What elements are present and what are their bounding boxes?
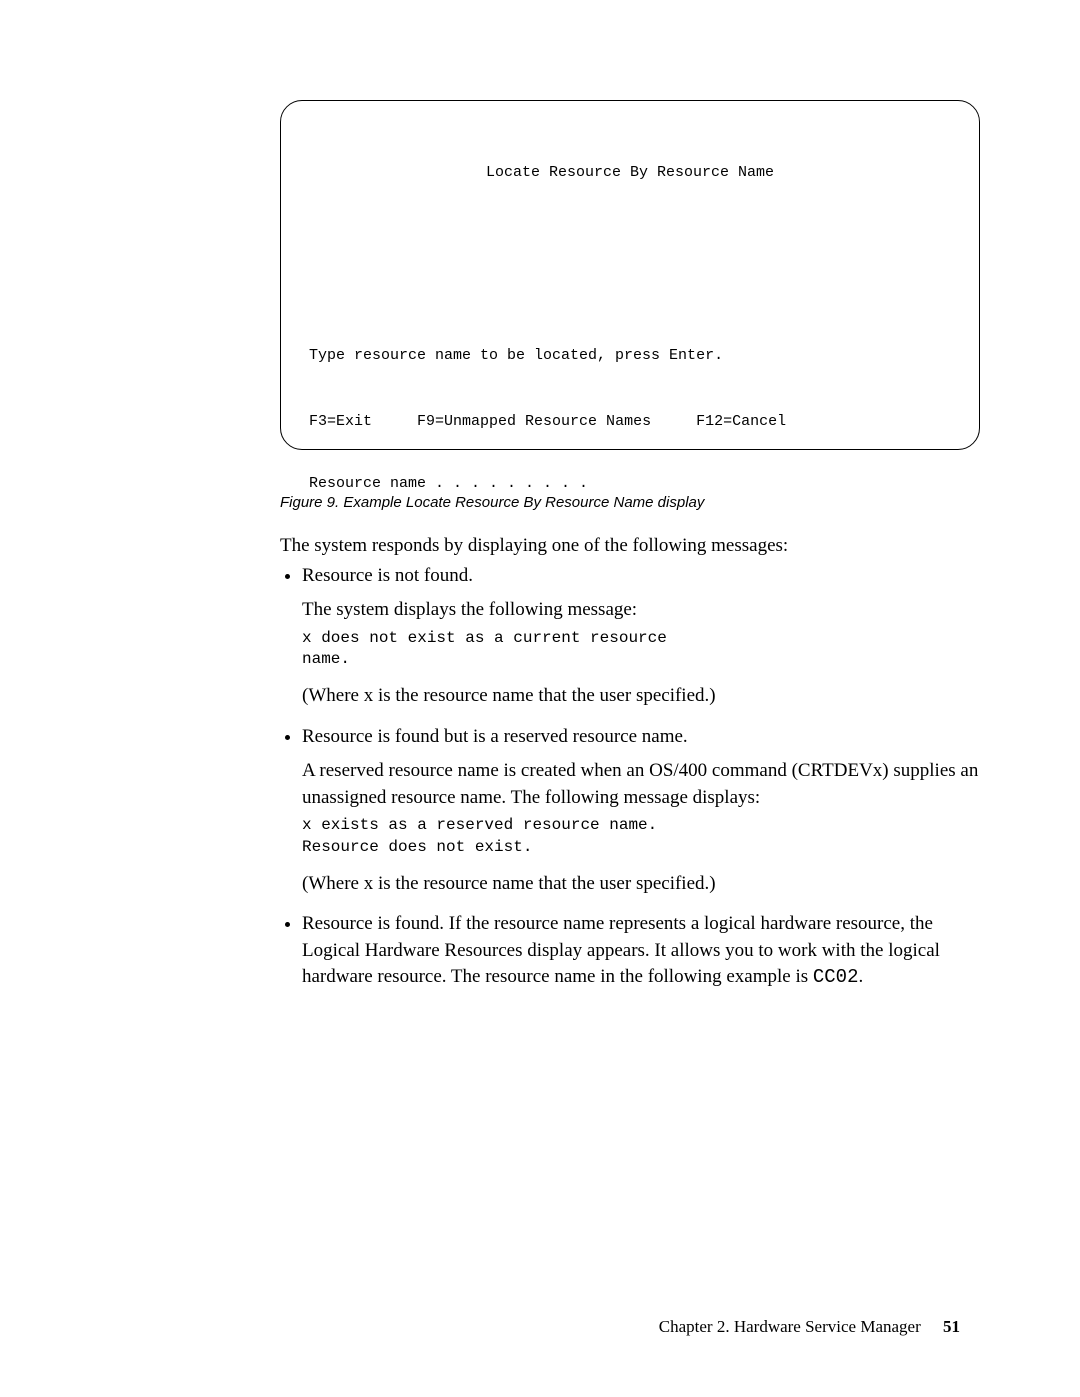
code-block: x does not exist as a current resource n…: [302, 628, 980, 671]
fkey-f12: F12=Cancel: [696, 413, 786, 430]
inline-code: CC02: [813, 966, 859, 988]
terminal-instruction: Type resource name to be located, press …: [309, 345, 951, 368]
page: Locate Resource By Resource Name Type re…: [0, 0, 1080, 1397]
page-footer: Chapter 2. Hardware Service Manager 51: [659, 1317, 960, 1337]
list-item: Resource is found. If the resource name …: [302, 911, 980, 991]
list-item: Resource is found but is a reserved reso…: [302, 724, 980, 898]
bullet-sub: A reserved resource name is created when…: [302, 758, 980, 811]
terminal-screen: Locate Resource By Resource Name Type re…: [280, 100, 980, 450]
content-column: Locate Resource By Resource Name Type re…: [280, 100, 980, 991]
chapter-label: Chapter 2. Hardware Service Manager: [659, 1317, 921, 1336]
terminal-title: Locate Resource By Resource Name: [309, 162, 951, 185]
fkey-f9: F9=Unmapped Resource Names: [417, 413, 651, 430]
message-list: Resource is not found. The system displa…: [280, 563, 980, 991]
bullet-head: Resource is found but is a reserved reso…: [302, 726, 688, 747]
terminal-fkeys: F3=Exit F9=Unmapped Resource Names F12=C…: [309, 411, 786, 434]
terminal-field-label: Resource name . . . . . . . . .: [309, 473, 951, 496]
bullet-text-tail: .: [858, 966, 863, 987]
fkey-f3: F3=Exit: [309, 413, 372, 430]
code-block: x exists as a reserved resource name. Re…: [302, 815, 980, 858]
page-number: 51: [943, 1317, 960, 1336]
bullet-note: (Where x is the resource name that the u…: [302, 683, 980, 710]
bullet-note: (Where x is the resource name that the u…: [302, 871, 980, 898]
